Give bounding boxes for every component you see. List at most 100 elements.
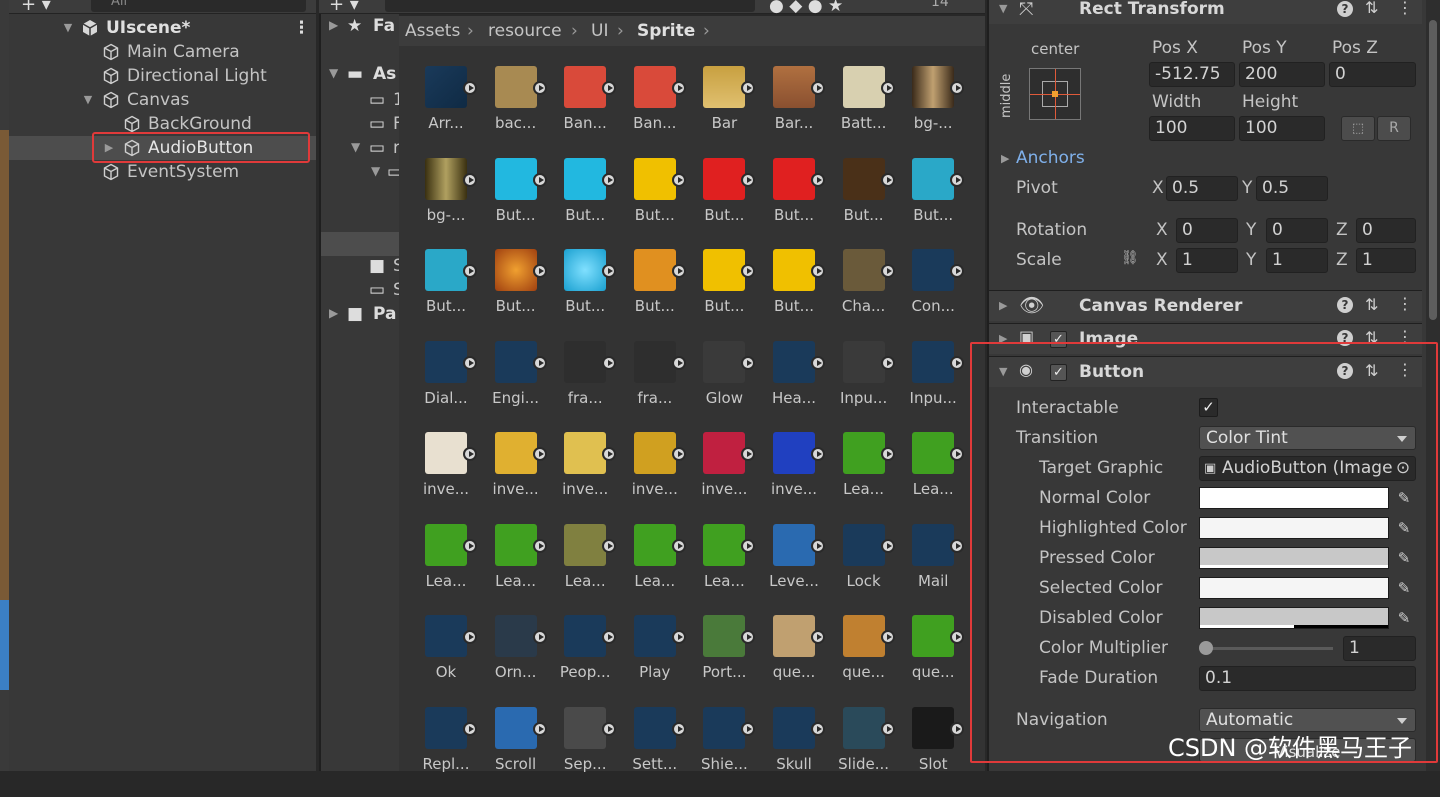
sprite-asset-tile[interactable]: Port... bbox=[689, 615, 759, 705]
sprite-asset-tile[interactable]: bg-... bbox=[411, 157, 481, 248]
expand-sprite-play-icon[interactable] bbox=[811, 355, 825, 370]
sprite-asset-tile[interactable]: Play bbox=[620, 615, 690, 705]
expand-arrow-icon[interactable]: ▼ bbox=[351, 140, 360, 154]
sprite-asset-tile[interactable]: Repl... bbox=[411, 706, 481, 797]
pos-z-field[interactable]: 0 bbox=[1329, 62, 1416, 87]
expand-arrow-icon[interactable]: ▼ bbox=[61, 16, 75, 40]
expand-sprite-play-icon[interactable] bbox=[602, 447, 617, 461]
sprite-asset-tile[interactable]: Con... bbox=[898, 249, 968, 339]
sprite-asset-tile[interactable]: But... bbox=[550, 249, 620, 339]
pivot-y-field[interactable]: 0.5 bbox=[1256, 176, 1328, 201]
scale-y-field[interactable]: 1 bbox=[1266, 248, 1328, 273]
expand-sprite-play-icon[interactable] bbox=[950, 721, 965, 736]
sprite-asset-tile[interactable]: Dial... bbox=[411, 340, 481, 431]
sprite-asset-tile[interactable]: But... bbox=[550, 157, 620, 248]
expand-arrow-icon[interactable]: ▶ bbox=[329, 306, 338, 320]
blueprint-mode-icon[interactable]: ⬚ bbox=[1341, 116, 1375, 141]
expand-sprite-play-icon[interactable] bbox=[950, 264, 965, 278]
expand-sprite-play-icon[interactable] bbox=[532, 355, 547, 370]
hierarchy-item[interactable]: ▼ Canvas bbox=[9, 88, 316, 112]
sprite-asset-tile[interactable]: Mail bbox=[898, 523, 968, 614]
pos-y-field[interactable]: 200 bbox=[1239, 62, 1325, 87]
sprite-asset-tile[interactable]: But... bbox=[829, 157, 899, 248]
expand-sprite-play-icon[interactable] bbox=[532, 721, 547, 736]
expand-sprite-play-icon[interactable] bbox=[463, 264, 477, 278]
rotation-z-field[interactable]: 0 bbox=[1356, 218, 1416, 243]
sprite-asset-tile[interactable]: Orn... bbox=[481, 615, 551, 705]
expand-sprite-play-icon[interactable] bbox=[671, 630, 686, 644]
sprite-asset-tile[interactable]: fra... bbox=[550, 340, 620, 431]
expand-sprite-play-icon[interactable] bbox=[950, 630, 965, 644]
scale-x-field[interactable]: 1 bbox=[1176, 248, 1238, 273]
breadcrumb-item[interactable]: Assets bbox=[405, 21, 460, 41]
expand-sprite-play-icon[interactable] bbox=[671, 172, 686, 187]
hierarchy-item[interactable]: Main Camera bbox=[9, 40, 316, 64]
expand-arrow-icon[interactable]: ▼ bbox=[999, 2, 1007, 15]
hierarchy-item[interactable]: Directional Light bbox=[9, 64, 316, 88]
expand-sprite-play-icon[interactable] bbox=[741, 172, 756, 187]
sprite-asset-tile[interactable]: Leve... bbox=[759, 523, 829, 614]
expand-sprite-play-icon[interactable] bbox=[532, 172, 547, 187]
expand-sprite-play-icon[interactable] bbox=[463, 81, 477, 95]
scrollbar-thumb[interactable] bbox=[1429, 20, 1437, 320]
tree-item[interactable]: Pa bbox=[373, 304, 396, 324]
expand-sprite-play-icon[interactable] bbox=[950, 355, 965, 370]
pivot-x-field[interactable]: 0.5 bbox=[1166, 176, 1238, 201]
tree-selected-row[interactable] bbox=[321, 232, 399, 256]
expand-arrow-icon[interactable]: ▼ bbox=[329, 66, 338, 80]
expand-sprite-play-icon[interactable] bbox=[602, 172, 617, 187]
sprite-asset-tile[interactable]: Ban... bbox=[550, 66, 620, 156]
expand-sprite-play-icon[interactable] bbox=[880, 630, 895, 644]
collapsed-arrow-icon[interactable]: ▶ bbox=[999, 299, 1007, 312]
expand-sprite-play-icon[interactable] bbox=[602, 538, 617, 553]
sprite-asset-tile[interactable]: But... bbox=[481, 157, 551, 248]
tree-item[interactable]: As bbox=[373, 64, 396, 84]
expand-sprite-play-icon[interactable] bbox=[880, 81, 895, 95]
expand-sprite-play-icon[interactable] bbox=[463, 721, 477, 736]
expand-sprite-play-icon[interactable] bbox=[950, 172, 965, 187]
expand-sprite-play-icon[interactable] bbox=[741, 721, 756, 736]
help-icon[interactable]: ? bbox=[1337, 297, 1353, 313]
expand-sprite-play-icon[interactable] bbox=[880, 538, 895, 553]
height-field[interactable]: 100 bbox=[1239, 116, 1325, 141]
sprite-asset-tile[interactable]: But... bbox=[411, 249, 481, 339]
expand-sprite-play-icon[interactable] bbox=[811, 81, 825, 95]
expand-sprite-play-icon[interactable] bbox=[880, 447, 895, 461]
add-asset-icon[interactable]: + ▾ bbox=[329, 0, 359, 15]
sprite-asset-tile[interactable]: But... bbox=[620, 249, 690, 339]
expand-sprite-play-icon[interactable] bbox=[811, 172, 825, 187]
sprite-asset-tile[interactable]: Lea... bbox=[411, 523, 481, 614]
sprite-asset-tile[interactable]: But... bbox=[620, 157, 690, 248]
toolbar-icons[interactable]: ● ◆ ● ★ bbox=[769, 0, 843, 16]
expand-arrow-icon[interactable]: ▶ bbox=[329, 18, 338, 32]
expand-sprite-play-icon[interactable] bbox=[811, 630, 825, 644]
constrain-proportions-icon[interactable]: ⛓ bbox=[1121, 250, 1139, 266]
sprite-asset-tile[interactable]: inve... bbox=[689, 432, 759, 522]
expand-sprite-play-icon[interactable] bbox=[463, 447, 477, 461]
collapsed-arrow-icon[interactable]: ▶ bbox=[1001, 152, 1009, 165]
expand-sprite-play-icon[interactable] bbox=[532, 447, 547, 461]
expand-sprite-play-icon[interactable] bbox=[602, 721, 617, 736]
sprite-asset-tile[interactable]: bg-... bbox=[898, 66, 968, 156]
expand-sprite-play-icon[interactable] bbox=[741, 538, 756, 553]
anchors-foldout[interactable]: Anchors bbox=[1016, 148, 1085, 168]
sprite-asset-tile[interactable]: Lea... bbox=[620, 523, 690, 614]
hidden-packages-counter[interactable]: 14 bbox=[931, 0, 949, 10]
sprite-asset-tile[interactable]: But... bbox=[689, 249, 759, 339]
expand-sprite-play-icon[interactable] bbox=[671, 264, 686, 278]
sprite-asset-tile[interactable]: Bar bbox=[689, 66, 759, 156]
sprite-asset-tile[interactable]: Peop... bbox=[550, 615, 620, 705]
sprite-asset-tile[interactable]: Skull bbox=[759, 706, 829, 797]
expand-sprite-play-icon[interactable] bbox=[741, 81, 756, 95]
expand-sprite-play-icon[interactable] bbox=[532, 630, 547, 644]
expand-sprite-play-icon[interactable] bbox=[532, 81, 547, 95]
breadcrumb-item[interactable]: UI bbox=[591, 21, 608, 41]
expand-sprite-play-icon[interactable] bbox=[880, 355, 895, 370]
expand-sprite-play-icon[interactable] bbox=[811, 538, 825, 553]
expand-sprite-play-icon[interactable] bbox=[671, 81, 686, 95]
expand-sprite-play-icon[interactable] bbox=[671, 447, 686, 461]
sprite-asset-tile[interactable]: Scroll bbox=[481, 706, 551, 797]
component-menu-icon[interactable]: ⋮ bbox=[1397, 294, 1413, 313]
rect-transform-header[interactable]: ▼ ⤧ Rect Transform ? ⇅ ⋮ bbox=[989, 0, 1422, 24]
sprite-asset-tile[interactable]: Inpu... bbox=[829, 340, 899, 431]
